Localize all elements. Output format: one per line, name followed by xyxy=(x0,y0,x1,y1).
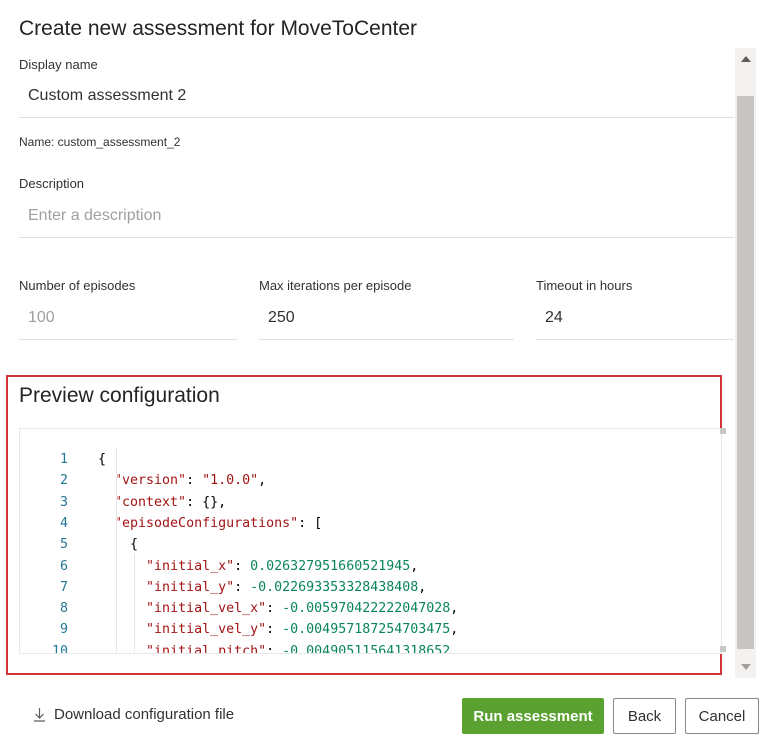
code-text: { xyxy=(98,534,138,555)
line-number: 10 xyxy=(51,643,68,654)
back-button[interactable]: Back xyxy=(613,698,676,734)
dialog-title: Create new assessment for MoveToCenter xyxy=(19,17,418,40)
description-label: Description xyxy=(19,176,85,191)
run-assessment-button[interactable]: Run assessment xyxy=(462,698,604,734)
code-token: : xyxy=(266,622,283,638)
code-line: 8 "initial_vel_x": -0.005970422222047028… xyxy=(20,598,720,619)
line-number: 3 xyxy=(59,494,68,510)
indent-guide xyxy=(116,448,117,652)
code-line: 7 "initial_y": -0.022693353328438408, xyxy=(20,577,720,598)
code-token: "initial_x" xyxy=(146,558,235,574)
episodes-label: Number of episodes xyxy=(19,278,136,293)
line-number: 4 xyxy=(59,515,68,531)
code-token: : {}, xyxy=(186,494,227,510)
line-number: 9 xyxy=(59,622,68,638)
code-token: : xyxy=(186,473,203,489)
download-config-link[interactable]: Download configuration file xyxy=(33,706,234,723)
scroll-down-button[interactable] xyxy=(735,656,756,678)
code-token: 0.026327951660521945 xyxy=(250,558,411,574)
form-scrollbar[interactable] xyxy=(735,48,756,678)
code-line: 1{ xyxy=(20,449,720,470)
code-text: "version": "1.0.0", xyxy=(98,470,266,491)
cancel-button[interactable]: Cancel xyxy=(685,698,759,734)
code-token: : xyxy=(234,579,251,595)
code-line: 6 "initial_x": 0.026327951660521945, xyxy=(20,556,720,577)
code-token: "context" xyxy=(114,494,187,510)
display-name-input[interactable]: Custom assessment 2 xyxy=(19,80,734,118)
code-token: { xyxy=(98,452,107,467)
code-token: "initial_y" xyxy=(146,579,235,595)
download-config-label: Download configuration file xyxy=(54,706,235,723)
code-token: { xyxy=(130,537,139,553)
line-number: 2 xyxy=(59,473,68,489)
scroll-up-button[interactable] xyxy=(735,48,756,70)
code-text: "context": {}, xyxy=(98,492,226,513)
code-token: -0.005970422222047028 xyxy=(282,601,451,617)
code-text: "initial_y": -0.022693353328438408, xyxy=(98,577,426,598)
internal-name-text: Name: custom_assessment_2 xyxy=(19,135,181,149)
preview-title: Preview configuration xyxy=(19,384,220,407)
line-number: 7 xyxy=(59,579,68,595)
description-input[interactable]: Enter a description xyxy=(19,200,734,238)
timeout-label: Timeout in hours xyxy=(536,278,633,293)
code-line: 5 { xyxy=(20,534,720,555)
code-line: 9 "initial_vel_y": -0.004957187254703475… xyxy=(20,619,720,640)
code-token: : xyxy=(266,601,283,617)
chevron-up-icon xyxy=(740,56,751,62)
code-text: "episodeConfigurations": [ xyxy=(98,513,322,534)
code-token: : xyxy=(266,643,283,654)
code-text: "initial_x": 0.026327951660521945, xyxy=(98,556,418,577)
code-line: 2 "version": "1.0.0", xyxy=(20,470,720,491)
code-token: "version" xyxy=(114,473,187,489)
line-number: 8 xyxy=(59,601,68,617)
code-token: "initial_pitch" xyxy=(146,643,267,654)
code-token: , xyxy=(258,473,267,489)
code-token: , xyxy=(410,558,419,574)
config-code-editor[interactable]: 1{2 "version": "1.0.0", 3 "context": {}, 4… xyxy=(19,428,722,654)
code-token: -0.022693353328438408 xyxy=(250,579,419,595)
code-token: "episodeConfigurations" xyxy=(114,515,299,531)
code-scroll-marker xyxy=(720,428,726,434)
code-token: -0.004957187254703475 xyxy=(282,622,451,638)
indent-guide xyxy=(134,554,135,652)
code-text: { xyxy=(98,449,106,470)
code-token: "initial_vel_x" xyxy=(146,601,267,617)
code-line: 4 "episodeConfigurations": [ xyxy=(20,513,720,534)
line-number: 1 xyxy=(59,452,68,467)
code-line: 10 "initial_pitch": -0.00490511564131865… xyxy=(20,641,720,654)
chevron-down-icon xyxy=(740,664,751,670)
code-token: , xyxy=(450,601,459,617)
line-number: 6 xyxy=(59,558,68,574)
max-iterations-label: Max iterations per episode xyxy=(259,278,412,293)
code-token: , xyxy=(418,579,427,595)
code-text: "initial_pitch": -0.004905115641318652, xyxy=(98,641,459,654)
code-text: "initial_vel_x": -0.005970422222047028, xyxy=(98,598,458,619)
timeout-input[interactable]: 24 xyxy=(536,302,734,340)
code-token: : [ xyxy=(298,515,323,531)
download-icon xyxy=(34,708,45,722)
code-scroll-marker xyxy=(720,646,726,652)
scroll-thumb[interactable] xyxy=(737,96,754,649)
code-token: : xyxy=(234,558,251,574)
display-name-label: Display name xyxy=(19,57,98,72)
code-token: -0.004905115641318652 xyxy=(282,643,451,654)
dialog-footer: Download configuration file Run assessme… xyxy=(0,690,774,751)
episodes-input[interactable]: 100 xyxy=(19,302,237,340)
code-token: "1.0.0" xyxy=(202,473,259,489)
max-iterations-input[interactable]: 250 xyxy=(259,302,514,340)
code-token: , xyxy=(450,622,459,638)
code-text: "initial_vel_y": -0.004957187254703475, xyxy=(98,619,458,640)
code-token: , xyxy=(450,643,459,654)
code-line: 3 "context": {}, xyxy=(20,492,720,513)
line-number: 5 xyxy=(59,537,68,553)
code-token: "initial_vel_y" xyxy=(146,622,267,638)
